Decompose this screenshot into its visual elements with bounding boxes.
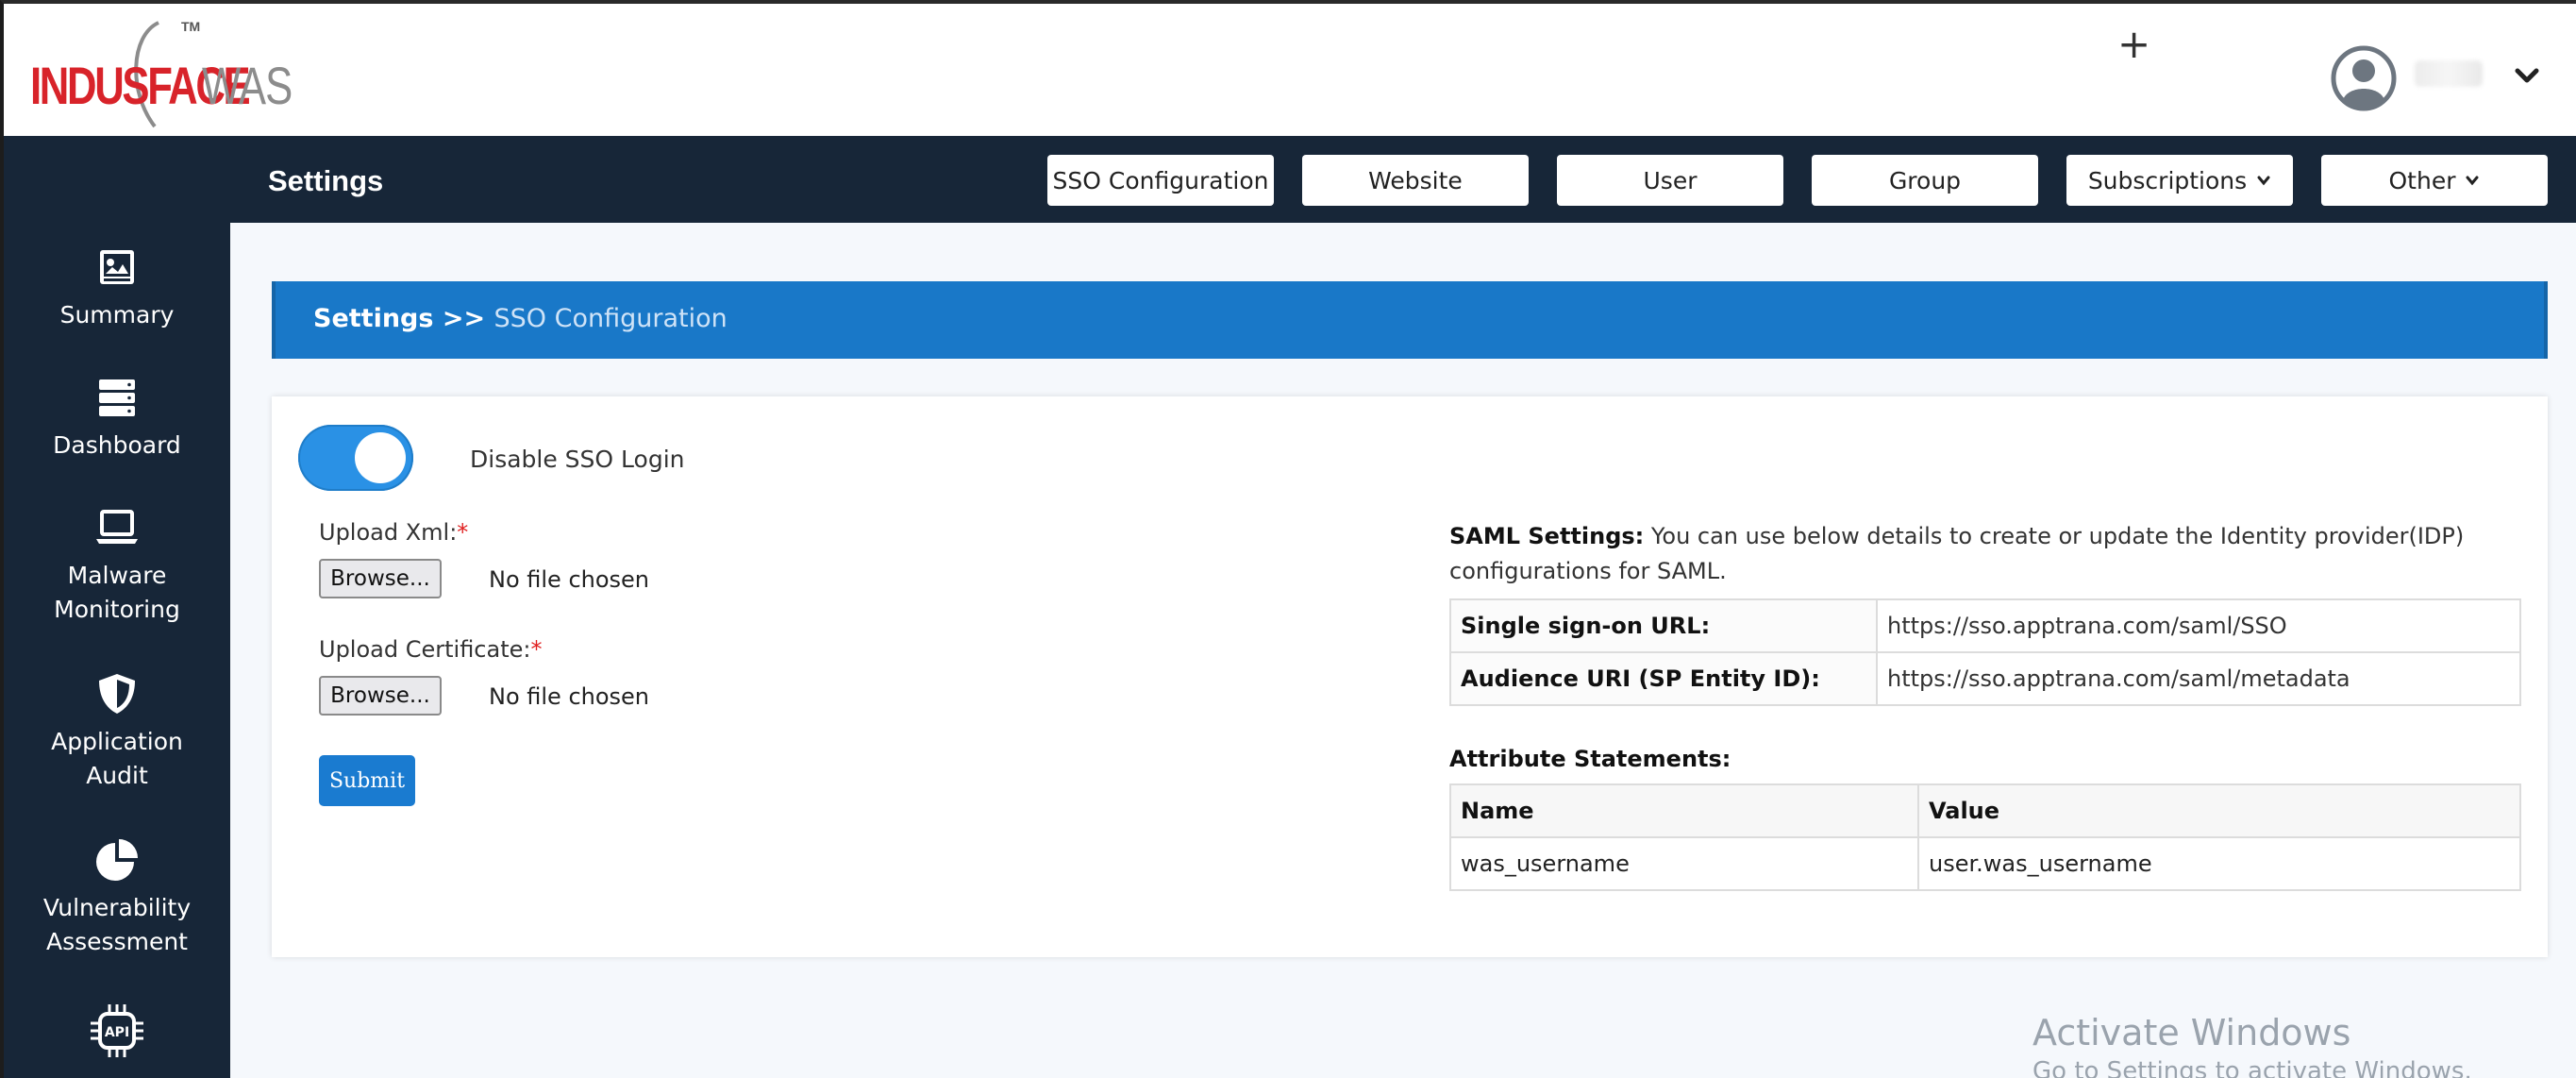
attribute-value-cell: user.was_username	[1917, 836, 2521, 891]
sidebar-item-label: Assessment	[46, 928, 188, 955]
laptop-icon	[96, 510, 138, 544]
user-avatar-icon[interactable]	[2331, 45, 2397, 111]
upload-xml-file-status: No file chosen	[489, 566, 650, 593]
indusface-was-logo[interactable]: TM INDUSFACE WAS	[26, 17, 293, 130]
sidebar: Summary Dashboard Malware Monitoring App…	[4, 223, 230, 1078]
required-mark: *	[457, 519, 469, 546]
user-name[interactable]	[2415, 60, 2483, 87]
page-title: Settings	[268, 164, 384, 197]
activate-windows-watermark: Activate Windows	[2032, 1012, 2351, 1053]
sidebar-item-label: Summary	[59, 301, 175, 328]
attribute-statements-table: Name Value was_username user.was_usernam…	[1449, 783, 2521, 891]
activate-windows-subtext: Go to Settings to activate Windows.	[2032, 1057, 2472, 1078]
dashboard-icon	[99, 379, 135, 416]
sidebar-item-malware-monitoring[interactable]: Malware Monitoring	[4, 504, 230, 627]
submit-button[interactable]: Submit	[319, 755, 415, 806]
chevron-down-icon	[2466, 176, 2479, 186]
table-row: was_username user.was_username	[1449, 836, 2521, 891]
settings-nav-bar: Settings SSO Configuration Website User …	[4, 136, 2576, 223]
breadcrumb: Settings >> SSO Configuration	[272, 281, 2548, 359]
audience-uri-key: Audience URI (SP Entity ID):	[1449, 651, 1878, 706]
nav-website-button[interactable]: Website	[1302, 155, 1529, 206]
nav-label: Website	[1368, 166, 1463, 194]
sidebar-item-label: Monitoring	[54, 596, 180, 623]
api-chip-icon: API	[91, 1004, 143, 1057]
saml-settings-description: SAML Settings: You can use below details…	[1449, 519, 2506, 589]
upload-xml-browse-button[interactable]: Browse...	[319, 559, 442, 598]
plus-icon: +	[2117, 21, 2151, 67]
disable-sso-label: Disable SSO Login	[470, 446, 685, 473]
sidebar-item-vulnerability-assessment[interactable]: Vulnerability Assessment	[4, 836, 230, 959]
upload-certificate-file-status: No file chosen	[489, 683, 650, 710]
upload-certificate-label: Upload Certificate:*	[319, 636, 543, 663]
chevron-down-icon[interactable]	[2512, 60, 2542, 91]
saml-settings-table: Single sign-on URL: https://sso.apptrana…	[1449, 598, 2521, 706]
sidebar-item-label: Malware	[67, 562, 167, 589]
sidebar-item-label: Dashboard	[53, 431, 181, 459]
nav-other-dropdown[interactable]: Other	[2321, 155, 2548, 206]
breadcrumb-current: SSO Configuration	[493, 304, 728, 333]
column-header-value: Value	[1917, 783, 2521, 838]
sidebar-item-label: Application	[51, 728, 183, 755]
summary-icon	[100, 250, 134, 284]
toggle-knob	[355, 432, 406, 483]
pie-chart-icon	[96, 839, 138, 881]
sidebar-item-label: Vulnerability	[42, 894, 192, 921]
breadcrumb-root-link[interactable]: Settings	[313, 304, 433, 333]
nav-subscriptions-dropdown[interactable]: Subscriptions	[2066, 155, 2293, 206]
upload-certificate-browse-button[interactable]: Browse...	[319, 676, 442, 716]
logo-secondary-text: WAS	[202, 56, 293, 115]
table-row: Single sign-on URL: https://sso.apptrana…	[1449, 598, 2521, 653]
audience-uri-value: https://sso.apptrana.com/saml/metadata	[1876, 651, 2521, 706]
attribute-name-cell: was_username	[1449, 836, 1919, 891]
svg-text:API: API	[105, 1025, 129, 1040]
logo-trademark: TM	[181, 19, 201, 34]
column-header-name: Name	[1449, 783, 1919, 838]
attribute-statements-title: Attribute Statements:	[1449, 746, 1731, 772]
top-header: TM INDUSFACE WAS +	[4, 4, 2576, 136]
sidebar-item-application-audit[interactable]: Application Audit	[4, 670, 230, 793]
sso-config-card: Disable SSO Login Upload Xml:* Browse...…	[272, 396, 2548, 957]
nav-label: Group	[1888, 166, 1962, 194]
breadcrumb-separator: >>	[442, 304, 486, 333]
saml-heading-bold: SAML Settings:	[1449, 523, 1645, 549]
table-row: Audience URI (SP Entity ID): https://sso…	[1449, 651, 2521, 706]
nav-label: Other	[2388, 166, 2456, 194]
nav-label: User	[1643, 166, 1698, 194]
chevron-down-icon	[2257, 176, 2270, 186]
nav-group-button[interactable]: Group	[1812, 155, 2038, 206]
upload-xml-label: Upload Xml:*	[319, 519, 469, 546]
shield-icon	[99, 674, 135, 714]
sidebar-item-dashboard[interactable]: Dashboard	[4, 374, 230, 463]
app-window: TM INDUSFACE WAS + Settings SSO Configur…	[0, 0, 2576, 1078]
nav-label: Subscriptions	[2087, 166, 2248, 194]
sidebar-item-summary[interactable]: Summary	[4, 244, 230, 332]
nav-label: SSO Configuration	[1052, 166, 1269, 194]
main-content: Settings >> SSO Configuration Disable SS…	[230, 223, 2576, 1078]
disable-sso-toggle[interactable]	[298, 425, 413, 491]
table-header-row: Name Value	[1449, 783, 2521, 838]
sidebar-item-api[interactable]: API	[4, 1001, 230, 1069]
required-mark: *	[530, 636, 543, 663]
sso-url-value: https://sso.apptrana.com/saml/SSO	[1876, 598, 2521, 653]
sidebar-item-label: Audit	[86, 762, 148, 789]
nav-user-button[interactable]: User	[1557, 155, 1783, 206]
sso-url-key: Single sign-on URL:	[1449, 598, 1878, 653]
nav-sso-configuration-button[interactable]: SSO Configuration	[1047, 155, 1274, 206]
